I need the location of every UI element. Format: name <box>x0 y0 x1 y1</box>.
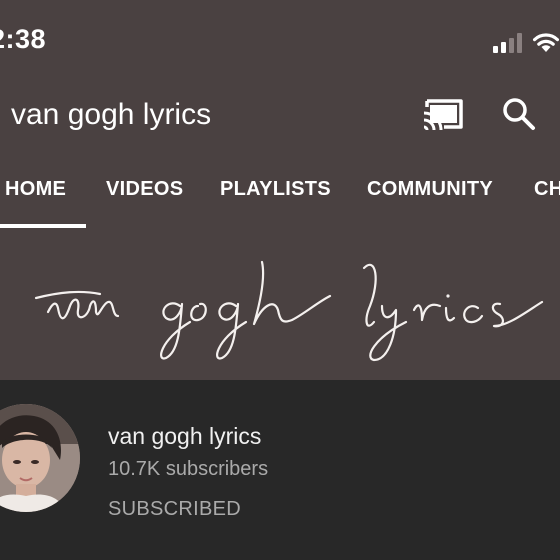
tab-playlists[interactable]: PLAYLISTS <box>220 178 331 201</box>
channel-tabs: HOME VIDEOS PLAYLISTS COMMUNITY CH <box>0 160 560 230</box>
search-button[interactable] <box>499 94 539 134</box>
subscriber-count: 10.7K subscribers <box>108 458 269 480</box>
signal-icon <box>493 33 522 53</box>
status-bar: 2:38 <box>0 0 560 80</box>
subscribed-button[interactable]: SUBSCRIBED <box>108 498 241 521</box>
tab-videos[interactable]: VIDEOS <box>106 178 183 201</box>
channel-name: van gogh lyrics <box>108 423 262 449</box>
tab-channels[interactable]: CH <box>534 178 560 201</box>
app-bar-title: van gogh lyrics <box>11 98 212 131</box>
search-icon <box>503 98 535 130</box>
active-tab-indicator <box>0 224 86 228</box>
tab-community[interactable]: COMMUNITY <box>367 178 493 201</box>
channel-header <box>0 380 560 560</box>
cast-button[interactable] <box>420 93 466 133</box>
status-time: 2:38 <box>0 24 47 54</box>
banner-logo <box>34 260 544 362</box>
tab-home[interactable]: HOME <box>5 178 66 201</box>
wifi-icon <box>533 33 559 52</box>
cast-icon <box>423 99 463 131</box>
